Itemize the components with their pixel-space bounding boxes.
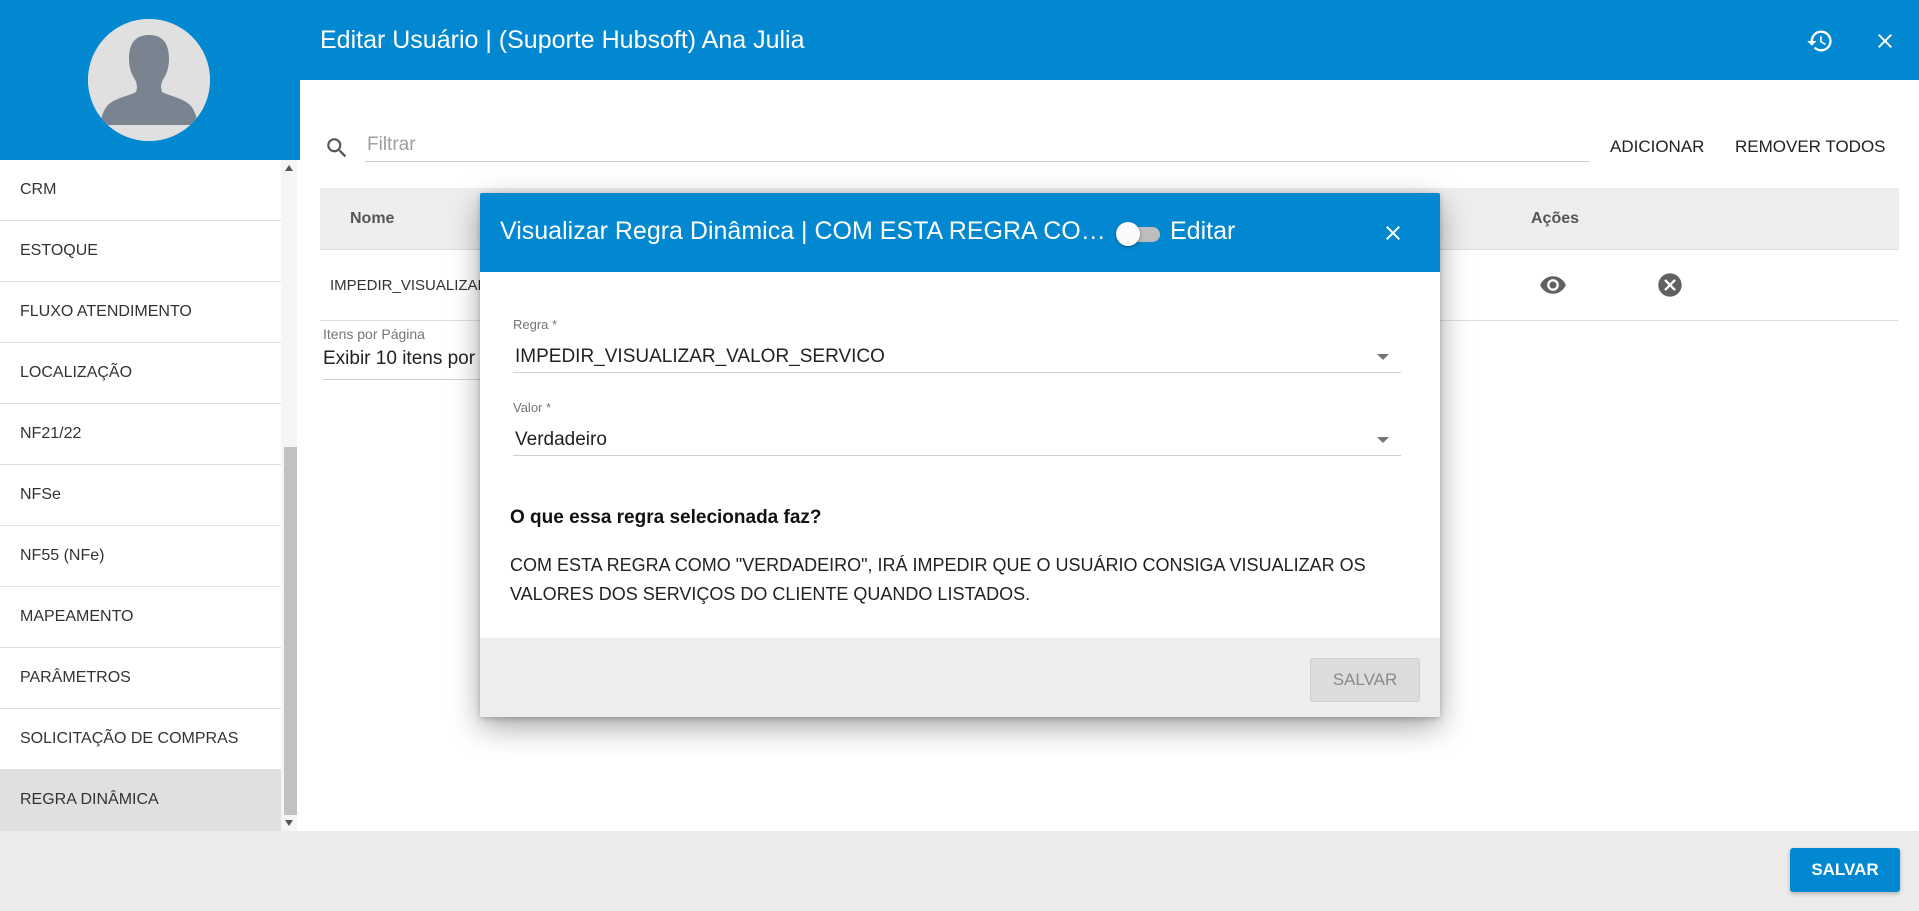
sidebar-item-label: ESTOQUE xyxy=(20,242,98,259)
dialog-actions: SALVAR xyxy=(480,638,1440,717)
sidebar-item-label: FLUXO ATENDIMENTO xyxy=(20,303,192,320)
filter-input[interactable] xyxy=(365,128,1590,162)
history-button[interactable] xyxy=(1801,22,1839,60)
sidebar-item-label: NF55 (NFe) xyxy=(20,547,105,564)
search-icon xyxy=(324,135,350,166)
sidebar-item-nf21-22[interactable]: NF21/22 xyxy=(0,404,281,465)
sidebar-item-label: PARÂMETROS xyxy=(20,669,131,686)
sidebar-item-label: LOCALIZAÇÃO xyxy=(20,364,133,381)
scrollbar-thumb[interactable] xyxy=(284,447,297,815)
remove-all-button[interactable]: REMOVER TODOS xyxy=(1735,130,1886,164)
sidebar-item-estoque[interactable]: ESTOQUE xyxy=(0,221,281,282)
edit-toggle[interactable] xyxy=(1116,222,1162,246)
toggle-knob xyxy=(1116,222,1140,246)
items-per-page-label: Itens por Página xyxy=(323,326,425,342)
sidebar-item-solicitacao-de-compras[interactable]: SOLICITAÇÃO DE COMPRAS xyxy=(0,709,281,770)
sidebar-item-label: CRM xyxy=(20,181,57,198)
footer-bar xyxy=(0,831,1919,911)
sidebar-item-label: NFSe xyxy=(20,486,61,503)
sidebar-item-label: SOLICITAÇÃO DE COMPRAS xyxy=(20,730,239,747)
dialog-title: Visualizar Regra Dinâmica | COM ESTA REG… xyxy=(500,217,1115,245)
dialog-close-button[interactable] xyxy=(1373,213,1413,253)
view-button[interactable] xyxy=(1533,265,1573,305)
sidebar-item-regra-dinamica[interactable]: REGRA DINÂMICA xyxy=(0,770,281,831)
dialog-save-button[interactable]: SALVAR xyxy=(1310,658,1420,702)
description-heading: O que essa regra selecionada faz? xyxy=(510,507,822,528)
cancel-circle-icon xyxy=(1658,273,1682,297)
sidebar-item-nf55[interactable]: NF55 (NFe) xyxy=(0,526,281,587)
sidebar-item-nfse[interactable]: NFSe xyxy=(0,465,281,526)
top-app-bar: Editar Usuário | (Suporte Hubsoft) Ana J… xyxy=(0,0,1919,80)
history-icon xyxy=(1807,30,1832,52)
chevron-down-icon xyxy=(1377,437,1389,443)
sidebar-item-mapeamento[interactable]: MAPEAMENTO xyxy=(0,587,281,648)
sidebar-item-crm[interactable]: CRM xyxy=(0,160,281,221)
dialog-header: Visualizar Regra Dinâmica | COM ESTA REG… xyxy=(480,193,1440,272)
delete-button[interactable] xyxy=(1650,265,1690,305)
edit-toggle-label: Editar xyxy=(1170,217,1236,245)
sidebar-item-fluxo-atendimento[interactable]: FLUXO ATENDIMENTO xyxy=(0,282,281,343)
close-button[interactable] xyxy=(1866,22,1904,60)
valor-select[interactable]: Verdadeiro xyxy=(513,424,1401,456)
sidebar-item-parametros[interactable]: PARÂMETROS xyxy=(0,648,281,709)
sidebar-item-label: REGRA DINÂMICA xyxy=(20,791,159,808)
close-icon xyxy=(1878,34,1892,48)
column-header-nome[interactable]: Nome xyxy=(350,188,394,250)
scroll-up-arrow-icon[interactable] xyxy=(281,160,297,176)
items-per-page-select[interactable]: Exibir 10 itens por página xyxy=(323,348,483,380)
rule-dialog: Visualizar Regra Dinâmica | COM ESTA REG… xyxy=(480,193,1440,717)
avatar xyxy=(88,19,210,141)
sidebar-item-label: NF21/22 xyxy=(20,425,82,442)
page-title: Editar Usuário | (Suporte Hubsoft) Ana J… xyxy=(320,26,805,54)
eye-icon xyxy=(1540,276,1566,294)
sidebar-item-localizacao[interactable]: LOCALIZAÇÃO xyxy=(0,343,281,404)
scroll-down-arrow-icon[interactable] xyxy=(281,815,297,831)
valor-value: Verdadeiro xyxy=(515,428,607,450)
sidebar: CRM ESTOQUE FLUXO ATENDIMENTO LOCALIZAÇÃ… xyxy=(0,160,300,831)
regra-label: Regra * xyxy=(513,317,558,332)
regra-select[interactable]: IMPEDIR_VISUALIZAR_VALOR_SERVICO xyxy=(513,341,1401,373)
save-button[interactable]: SALVAR xyxy=(1790,848,1900,892)
user-silhouette-icon xyxy=(88,19,210,141)
regra-value: IMPEDIR_VISUALIZAR_VALOR_SERVICO xyxy=(515,345,885,367)
description-text: COM ESTA REGRA COMO "VERDADEIRO", IRÁ IM… xyxy=(510,555,1366,604)
chevron-down-icon xyxy=(1377,354,1389,360)
close-icon xyxy=(1386,226,1400,240)
sidebar-scrollbar[interactable] xyxy=(281,160,297,831)
add-button[interactable]: ADICIONAR xyxy=(1610,130,1704,164)
valor-label: Valor * xyxy=(513,400,552,415)
sidebar-item-label: MAPEAMENTO xyxy=(20,608,134,625)
column-header-acoes: Ações xyxy=(1531,210,1580,227)
